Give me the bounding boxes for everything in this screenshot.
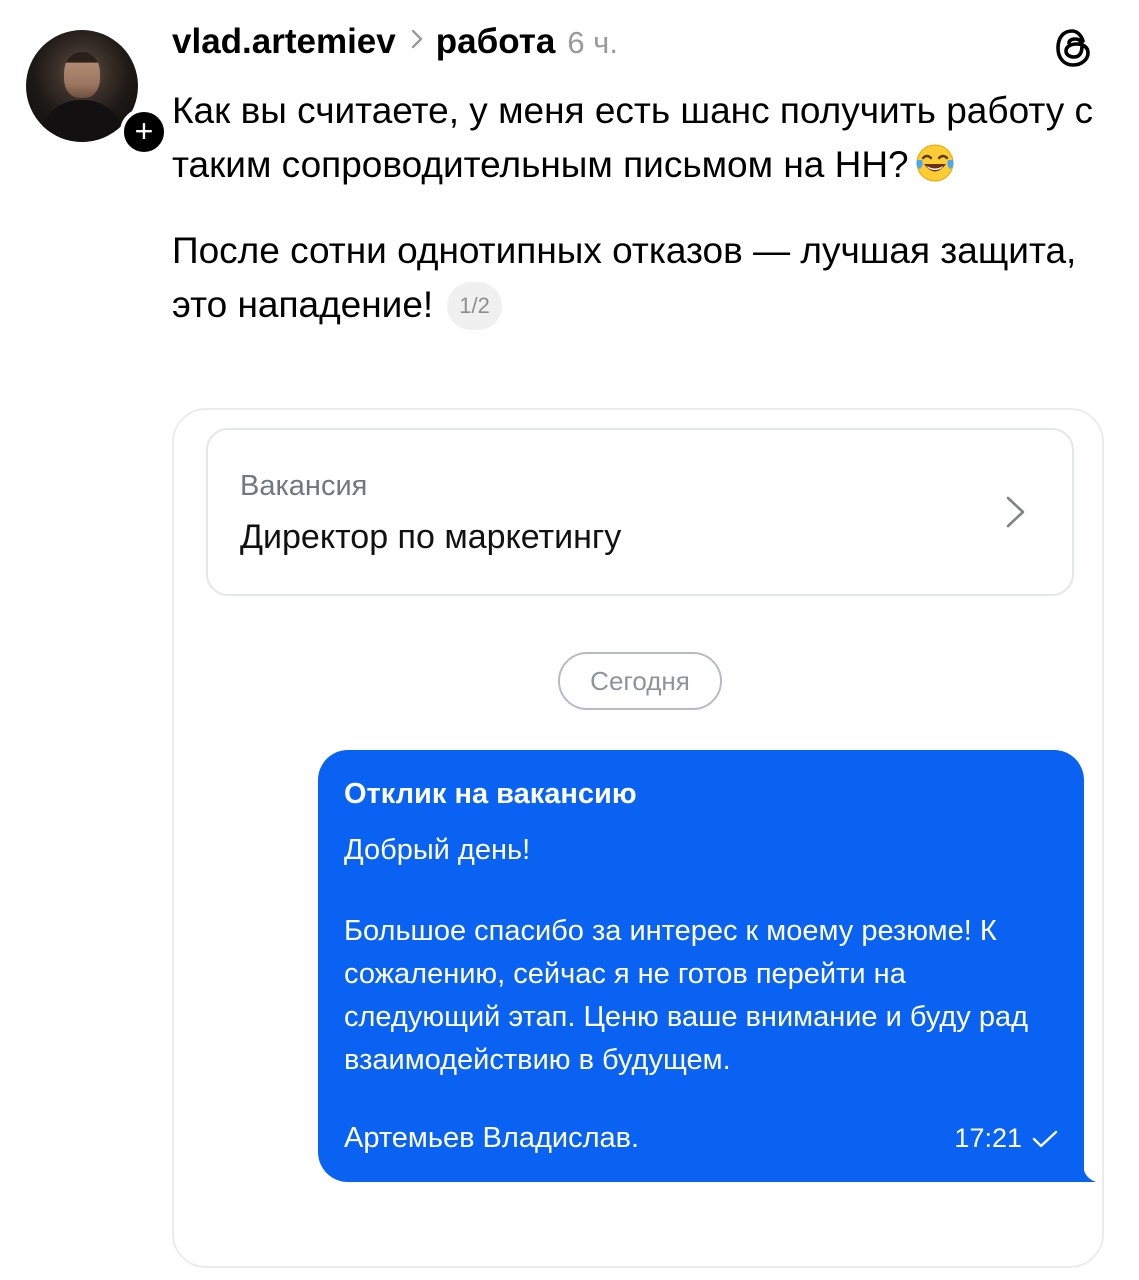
post-paragraph-1: Как вы считаете, у меня есть шанс получи… [172,84,1102,192]
avatar-body [40,100,124,142]
vacancy-title: Директор по маркетингу [240,518,622,556]
message-greeting: Добрый день! [344,834,531,866]
post-text-line-2: После сотни однотипных отказов — лучшая … [172,230,1077,325]
date-pill: Сегодня [558,652,722,710]
message-meta: 17:21 [954,1123,1058,1154]
chevron-right-icon [1004,492,1028,532]
face-with-tears-of-joy-icon [913,141,957,185]
vacancy-label: Вакансия [240,470,368,502]
post-time: 6 ч. [567,25,618,60]
checkmark-icon [1032,1130,1058,1147]
media-counter: 1/2 [447,282,502,330]
vacancy-card[interactable]: Вакансия Директор по маркетингу [206,428,1074,596]
message-footer: Артемьев Владислав. 17:21 [344,1122,1058,1155]
post-paragraph-2: После сотни однотипных отказов — лучшая … [172,224,1102,332]
avatar-face [64,52,100,98]
post-body: Как вы считаете, у меня есть шанс получи… [172,84,1102,332]
post-media-image[interactable]: Вакансия Директор по маркетингу Сегодня … [172,408,1104,1268]
message-signature: Артемьев Владислав. [344,1122,640,1154]
topic-tag[interactable]: работа [436,22,556,62]
post-header: vlad.artemiev работа 6 ч. [172,22,618,72]
bubble-tail [1074,1158,1096,1182]
follow-plus-icon[interactable]: + [120,108,168,156]
message-heading: Отклик на вакансию [344,778,637,810]
author-avatar-container[interactable]: + [26,30,168,156]
chevron-right-icon [410,26,424,57]
author-username[interactable]: vlad.artemiev [172,22,396,62]
message-body: Большое спасибо за интерес к моему резюм… [344,915,1029,1076]
message-bubble: Отклик на вакансию Добрый день! Большое … [318,750,1084,1182]
threads-logo-icon[interactable] [1052,26,1096,70]
message-time: 17:21 [954,1123,1022,1153]
